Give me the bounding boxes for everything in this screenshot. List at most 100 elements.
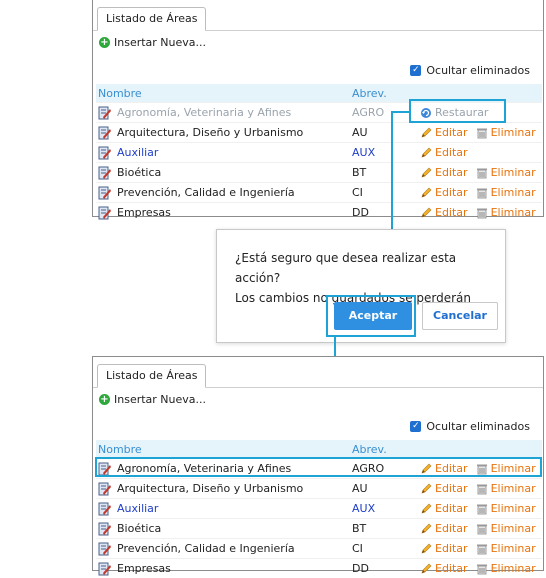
area-icon [98, 502, 112, 516]
delete-label: Eliminar [490, 482, 536, 495]
insert-new-label: Insertar Nueva... [114, 393, 207, 406]
delete-button[interactable]: Eliminar [476, 562, 536, 575]
edit-button[interactable]: Editar [420, 186, 468, 199]
checkbox-checked-icon[interactable]: ✓ [410, 65, 422, 76]
area-icon [98, 106, 112, 120]
area-icon [98, 146, 112, 160]
area-abrev: AU [352, 482, 368, 495]
delete-button[interactable]: Eliminar [476, 542, 536, 555]
trash-icon [476, 187, 488, 199]
edit-label: Editar [435, 542, 468, 555]
edit-label: Editar [435, 522, 468, 535]
delete-label: Eliminar [490, 186, 536, 199]
area-abrev: AUX [352, 502, 376, 515]
accept-highlight [326, 295, 416, 337]
trash-icon [476, 483, 488, 495]
edit-label: Editar [435, 126, 468, 139]
delete-button[interactable]: Eliminar [476, 166, 536, 179]
hide-deleted-toggle[interactable]: ✓ Ocultar eliminados [410, 64, 530, 77]
area-name: Prevención, Calidad e Ingeniería [117, 186, 295, 199]
tab-listado-areas[interactable]: Listado de Áreas [97, 364, 207, 388]
area-name: Arquitectura, Diseño y Urbanismo [117, 126, 304, 139]
trash-icon [476, 503, 488, 515]
edit-button[interactable]: Editar [420, 126, 468, 139]
edit-label: Editar [435, 186, 468, 199]
area-icon [98, 206, 112, 220]
pencil-icon [420, 167, 432, 179]
area-abrev: BT [352, 522, 367, 535]
edit-button[interactable]: Editar [420, 146, 468, 159]
delete-label: Eliminar [490, 522, 536, 535]
table-row: Prevención, Calidad e Ingeniería CI Edit… [96, 538, 542, 558]
pencil-icon [420, 147, 432, 159]
pencil-icon [420, 523, 432, 535]
area-icon [98, 186, 112, 200]
area-name: Prevención, Calidad e Ingeniería [117, 542, 295, 555]
table-header: Nombre Abrev. [96, 440, 542, 458]
table-row: Prevención, Calidad e Ingeniería CI Edit… [96, 182, 542, 202]
area-abrev: AUX [352, 146, 376, 159]
trash-icon [476, 207, 488, 219]
area-icon [98, 482, 112, 496]
table-row: Arquitectura, Diseño y Urbanismo AU Edit… [96, 122, 542, 142]
column-abrev: Abrev. [352, 442, 387, 456]
edit-label: Editar [435, 502, 468, 515]
edit-button[interactable]: Editar [420, 482, 468, 495]
delete-button[interactable]: Eliminar [476, 126, 536, 139]
pencil-icon [420, 543, 432, 555]
edit-button[interactable]: Editar [420, 166, 468, 179]
trash-icon [476, 523, 488, 535]
area-icon [98, 542, 112, 556]
area-name: Empresas [117, 206, 171, 219]
edit-button[interactable]: Editar [420, 502, 468, 515]
plus-icon: + [99, 37, 110, 48]
area-icon [98, 166, 112, 180]
delete-button[interactable]: Eliminar [476, 502, 536, 515]
delete-button[interactable]: Eliminar [476, 522, 536, 535]
trash-icon [476, 543, 488, 555]
hide-deleted-toggle[interactable]: ✓ Ocultar eliminados [410, 420, 530, 433]
cancel-button[interactable]: Cancelar [422, 302, 498, 330]
edit-label: Editar [435, 562, 468, 575]
delete-button[interactable]: Eliminar [476, 206, 536, 219]
table-row: Bioética BT Editar Eliminar [96, 162, 542, 182]
edit-button[interactable]: Editar [420, 206, 468, 219]
area-name: Arquitectura, Diseño y Urbanismo [117, 482, 304, 495]
delete-button[interactable]: Eliminar [476, 186, 536, 199]
delete-button[interactable]: Eliminar [476, 482, 536, 495]
area-name: Auxiliar [117, 146, 159, 159]
pencil-icon [420, 207, 432, 219]
edit-button[interactable]: Editar [420, 562, 468, 575]
trash-icon [476, 127, 488, 139]
column-nombre: Nombre [98, 442, 142, 456]
delete-label: Eliminar [490, 126, 536, 139]
tab-listado-areas[interactable]: Listado de Áreas [97, 7, 207, 31]
edit-label: Editar [435, 206, 468, 219]
checkbox-checked-icon[interactable]: ✓ [410, 421, 422, 432]
column-abrev: Abrev. [352, 86, 387, 100]
hide-deleted-label: Ocultar eliminados [426, 420, 530, 433]
area-abrev: BT [352, 166, 367, 179]
area-name: Bioética [117, 166, 162, 179]
restored-row-highlight [95, 457, 542, 477]
plus-icon: + [99, 394, 110, 405]
area-icon [98, 522, 112, 536]
column-nombre: Nombre [98, 86, 142, 100]
area-name: Auxiliar [117, 502, 159, 515]
edit-button[interactable]: Editar [420, 522, 468, 535]
delete-label: Eliminar [490, 562, 536, 575]
restore-highlight [409, 99, 506, 123]
area-name: Bioética [117, 522, 162, 535]
area-name: Agronomía, Veterinaria y Afines [117, 106, 292, 119]
insert-new-link[interactable]: + Insertar Nueva... [99, 393, 206, 406]
table-row: Bioética BT Editar Eliminar [96, 518, 542, 538]
insert-new-link[interactable]: + Insertar Nueva... [99, 36, 206, 49]
delete-label: Eliminar [490, 502, 536, 515]
delete-label: Eliminar [490, 166, 536, 179]
area-abrev: AU [352, 126, 368, 139]
tab-bar: Listado de Áreas [93, 0, 543, 31]
edit-button[interactable]: Editar [420, 542, 468, 555]
area-abrev: DD [352, 562, 369, 575]
pencil-icon [420, 187, 432, 199]
tab-bar: Listado de Áreas [93, 357, 543, 388]
